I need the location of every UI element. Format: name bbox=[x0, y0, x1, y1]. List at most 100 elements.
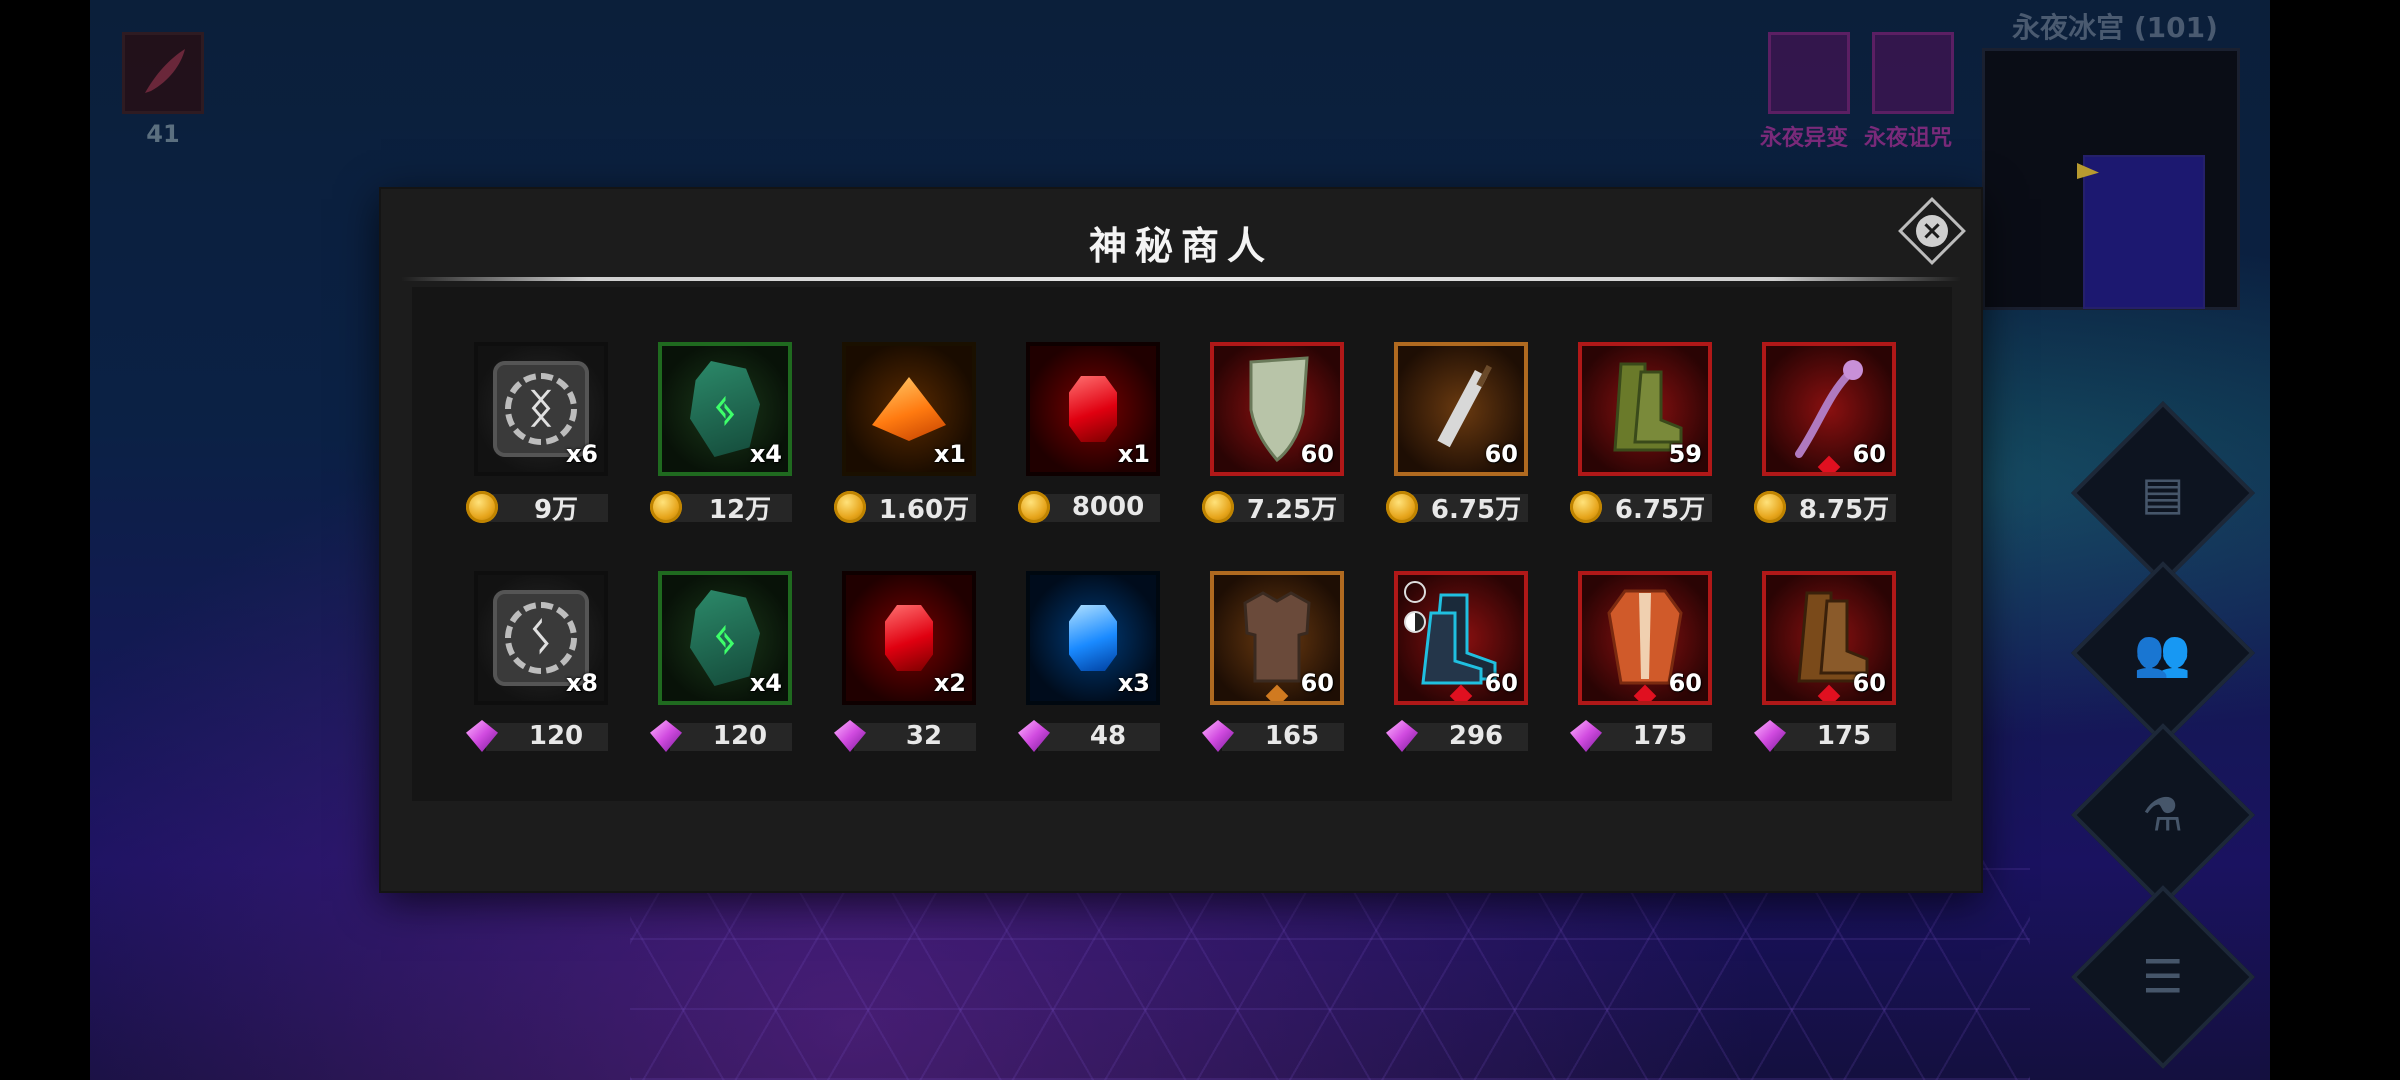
item-count: x8 bbox=[565, 669, 598, 697]
item-frame[interactable]: 59 bbox=[1578, 342, 1712, 476]
item-frame[interactable]: 60 bbox=[1394, 342, 1528, 476]
mysterious-merchant-dialog: 神秘商人 × ᛝ x6 9万 ᛃ x4 12万 x1 1.60万 x1 8000… bbox=[381, 189, 1981, 891]
price-value: 32 bbox=[905, 721, 943, 751]
shop-slot-r2-8[interactable]: 60 175 bbox=[1754, 571, 1896, 761]
item-frame[interactable]: 60 bbox=[1762, 342, 1896, 476]
item-count: 60 bbox=[1300, 669, 1334, 697]
item-frame[interactable]: ᛃ x4 bbox=[658, 342, 792, 476]
price-value: 6.75万 bbox=[1430, 494, 1522, 525]
item-count: x2 bbox=[933, 669, 966, 697]
item-count: 59 bbox=[1668, 440, 1702, 468]
gold-coin-icon bbox=[650, 491, 682, 523]
item-price: 175 bbox=[1570, 720, 1712, 752]
item-count: 60 bbox=[1484, 669, 1518, 697]
shop-slot-r2-1[interactable]: ᛊ x8 120 bbox=[466, 571, 608, 761]
shop-slot-r1-7[interactable]: 59 6.75万 bbox=[1570, 342, 1712, 532]
hex-floor bbox=[630, 860, 2030, 1080]
potion-icon: ⚗ bbox=[2142, 788, 2184, 842]
minimap-room bbox=[2083, 155, 2205, 309]
status-effect-icon-1[interactable] bbox=[1768, 32, 1850, 114]
title-divider bbox=[401, 277, 1961, 281]
item-price: 7.25万 bbox=[1202, 491, 1344, 525]
zone-name: 永夜冰宫 (101) bbox=[2012, 11, 2218, 44]
gold-coin-icon bbox=[1754, 491, 1786, 523]
shop-slot-r1-6[interactable]: 60 6.75万 bbox=[1386, 342, 1528, 532]
gold-coin-icon bbox=[834, 491, 866, 523]
price-value: 9万 bbox=[533, 494, 579, 525]
red-gem-icon bbox=[1069, 376, 1117, 442]
item-price: 120 bbox=[466, 720, 608, 752]
item-frame[interactable]: x1 bbox=[842, 342, 976, 476]
item-frame[interactable]: 60 bbox=[1210, 342, 1344, 476]
item-price: 12万 bbox=[650, 491, 792, 525]
item-frame[interactable]: 60 bbox=[1762, 571, 1896, 705]
minimap[interactable] bbox=[1982, 48, 2240, 310]
item-price: 48 bbox=[1018, 720, 1160, 752]
price-value: 296 bbox=[1448, 721, 1504, 751]
party-icon: 👥 bbox=[2134, 625, 2192, 680]
gold-coin-icon bbox=[466, 491, 498, 523]
item-count: x4 bbox=[749, 440, 782, 468]
quest-item-count: 41 bbox=[146, 120, 180, 148]
item-price: 1.60万 bbox=[834, 491, 976, 525]
dialog-title: 神秘商人 bbox=[1088, 224, 1273, 268]
item-price: 8000 bbox=[1018, 491, 1160, 523]
status-effect-icon-2[interactable] bbox=[1872, 32, 1954, 114]
item-count: 60 bbox=[1852, 669, 1886, 697]
shop-slot-r1-5[interactable]: 60 7.25万 bbox=[1202, 342, 1344, 532]
item-count: x6 bbox=[565, 440, 598, 468]
yin-yang-icon bbox=[1404, 611, 1426, 633]
menu-list-icon: ☰ bbox=[2142, 950, 2184, 1004]
price-value: 48 bbox=[1089, 721, 1127, 751]
price-value: 175 bbox=[1632, 721, 1688, 751]
gold-coin-icon bbox=[1570, 491, 1602, 523]
item-frame[interactable]: ᛃ x4 bbox=[658, 571, 792, 705]
item-frame[interactable]: ᛊ x8 bbox=[474, 571, 608, 705]
item-count: 60 bbox=[1668, 669, 1702, 697]
socket-empty-icon bbox=[1404, 581, 1426, 603]
price-value: 12万 bbox=[708, 494, 772, 525]
quest-log-icon: ▤ bbox=[2141, 466, 2185, 520]
shop-slot-r2-5[interactable]: 60 165 bbox=[1202, 571, 1344, 761]
shop-slot-r2-4[interactable]: x3 48 bbox=[1018, 571, 1160, 761]
item-frame[interactable]: ᛝ x6 bbox=[474, 342, 608, 476]
price-value: 8.75万 bbox=[1798, 494, 1890, 525]
price-value: 175 bbox=[1816, 721, 1872, 751]
item-count: x3 bbox=[1117, 669, 1150, 697]
item-price: 32 bbox=[834, 720, 976, 752]
item-count: 60 bbox=[1300, 440, 1334, 468]
shop-slot-r2-3[interactable]: x2 32 bbox=[834, 571, 976, 761]
item-frame[interactable]: 60 bbox=[1210, 571, 1344, 705]
item-price: 9万 bbox=[466, 491, 608, 525]
item-count: x1 bbox=[933, 440, 966, 468]
item-frame[interactable]: x3 bbox=[1026, 571, 1160, 705]
item-price: 296 bbox=[1386, 720, 1528, 752]
item-frame[interactable]: x1 bbox=[1026, 342, 1160, 476]
shop-slot-r1-2[interactable]: ᛃ x4 12万 bbox=[650, 342, 792, 532]
shop-slot-r2-6[interactable]: 60 296 bbox=[1386, 571, 1528, 761]
item-frame[interactable]: 60 bbox=[1394, 571, 1528, 705]
price-value: 120 bbox=[712, 721, 768, 751]
red-gem-icon bbox=[885, 605, 933, 671]
item-price: 120 bbox=[650, 720, 792, 752]
item-frame[interactable]: x2 bbox=[842, 571, 976, 705]
item-price: 6.75万 bbox=[1386, 491, 1528, 525]
price-value: 120 bbox=[528, 721, 584, 751]
status-effect-label-2: 永夜诅咒 bbox=[1864, 126, 1953, 151]
shop-slot-r1-8[interactable]: 60 8.75万 bbox=[1754, 342, 1896, 532]
item-price: 8.75万 bbox=[1754, 491, 1896, 525]
item-frame[interactable]: 60 bbox=[1578, 571, 1712, 705]
price-value: 165 bbox=[1264, 721, 1320, 751]
quest-item-slot[interactable] bbox=[122, 32, 204, 114]
shop-slot-r2-7[interactable]: 60 175 bbox=[1570, 571, 1712, 761]
shop-slot-r1-1[interactable]: ᛝ x6 9万 bbox=[466, 342, 608, 532]
shop-panel: ᛝ x6 9万 ᛃ x4 12万 x1 1.60万 x1 8000 60 7.2… bbox=[412, 287, 1952, 801]
shop-slot-r1-4[interactable]: x1 8000 bbox=[1018, 342, 1160, 532]
gold-coin-icon bbox=[1018, 491, 1050, 523]
shop-slot-r2-2[interactable]: ᛃ x4 120 bbox=[650, 571, 792, 761]
item-price: 175 bbox=[1754, 720, 1896, 752]
item-count: 60 bbox=[1484, 440, 1518, 468]
gold-coin-icon bbox=[1386, 491, 1418, 523]
shop-slot-r1-3[interactable]: x1 1.60万 bbox=[834, 342, 976, 532]
item-price: 6.75万 bbox=[1570, 491, 1712, 525]
